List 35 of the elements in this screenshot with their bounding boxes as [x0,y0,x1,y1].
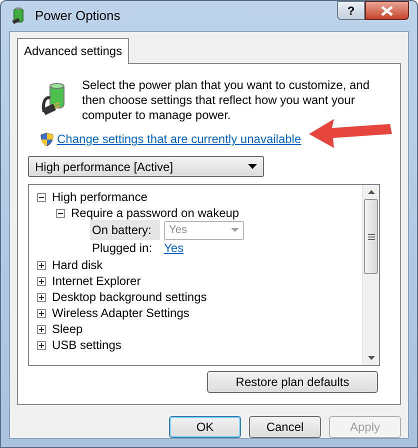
dialog-button[interactable]: OK [169,416,241,438]
expand-icon[interactable] [37,308,46,318]
collapse-icon[interactable] [37,192,46,202]
expand-icon[interactable] [37,276,46,286]
expand-icon[interactable] [37,324,46,334]
dialog-button[interactable]: Cancel [249,416,321,438]
tab[interactable]: Advanced settings [17,38,130,64]
tree-item[interactable]: Hard disk [52,256,103,274]
tree-item[interactable]: Desktop background settings [52,288,207,306]
caret-icon [231,228,239,232]
tree-item[interactable]: Sleep [52,320,83,338]
collapse-icon[interactable] [56,208,65,218]
setting-label: On battery: [90,220,160,240]
setting-label: Plugged in: [91,240,154,257]
intro-text: Select the power plan that you want to customize, and then choose settings that reflect how you want your computer to manage power. [82,78,371,123]
tree-item[interactable]: Wireless Adapter Settings [52,304,190,322]
close-button[interactable] [365,1,409,20]
scrollbar[interactable] [362,185,379,365]
expand-icon[interactable] [37,292,46,302]
settings-link[interactable]: Change settings that are currently unavailable [57,130,302,148]
restore-defaults-button[interactable]: Restore plan defaults [207,371,378,393]
tree-item[interactable]: Require a password on wakeup [71,204,240,222]
tree-item[interactable]: USB settings [52,336,122,354]
shield-icon [40,132,54,146]
help-button[interactable]: ? [337,1,365,20]
tree-item[interactable]: High performance [52,188,148,206]
caret-icon [248,164,257,169]
close-icon [381,6,393,16]
window-title: Power Options [35,7,120,26]
value-link[interactable]: Yes [164,239,184,257]
expand-icon[interactable] [37,260,46,270]
scroll-thumb[interactable] [364,199,378,274]
expand-icon[interactable] [37,340,46,350]
plan-dropdown[interactable]: High performance [Active] [28,156,264,177]
tree-item[interactable]: Internet Explorer [52,272,141,290]
